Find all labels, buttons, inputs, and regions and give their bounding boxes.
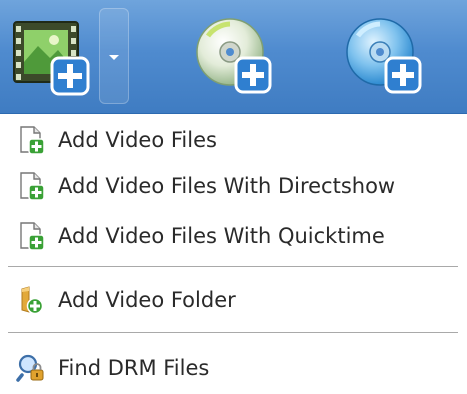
add-video-button[interactable] [8,12,96,100]
add-bluray-icon [346,18,422,94]
menu-item-label: Add Video Folder [58,288,236,312]
menu-item-add-video-files-directshow[interactable]: Add Video Files With Directshow [8,166,458,206]
menu-item-label: Find DRM Files [58,356,210,380]
menu-item-find-drm-files[interactable]: Find DRM Files [8,348,458,388]
chevron-down-icon [109,55,119,60]
menu-item-add-video-files-quicktime[interactable]: Add Video Files With Quicktime [8,216,458,256]
find-drm-icon [16,354,44,382]
toolbar [0,0,467,114]
add-dvd-icon [196,18,272,94]
menu-separator [8,332,458,333]
add-dvd-button[interactable] [190,12,278,100]
add-file-icon [20,222,45,251]
menu-item-add-video-folder[interactable]: Add Video Folder [8,280,458,320]
menu-item-add-video-files[interactable]: Add Video Files [8,120,458,160]
menu-item-label: Add Video Files With Directshow [58,174,396,198]
menu-item-label: Add Video Files With Quicktime [58,224,385,248]
add-file-icon [20,126,45,155]
add-video-icon [13,21,90,96]
add-bluray-button[interactable] [340,12,428,100]
menu-item-label: Add Video Files [58,128,217,152]
add-folder-icon [21,286,44,315]
menu-separator [8,266,458,267]
add-video-menu: Add Video Files Add Video Files With Dir… [0,114,467,394]
add-file-icon [20,172,45,201]
add-video-dropdown-button[interactable] [99,8,129,104]
